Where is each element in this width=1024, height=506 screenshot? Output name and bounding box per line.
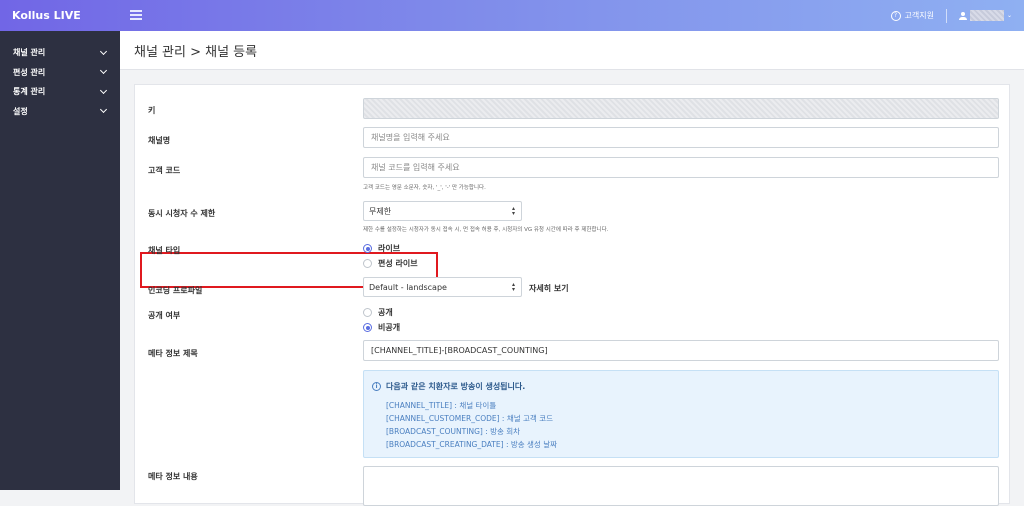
radio-button-checked[interactable]: [363, 244, 372, 253]
sidebar-item-label: 설정: [13, 106, 28, 116]
radio-label: 편성 라이브: [378, 259, 418, 268]
info-title: i 다음과 같은 치환자로 방송이 생성됩니다.: [372, 381, 525, 392]
chevron-down-icon: [99, 86, 108, 94]
customer-code-input[interactable]: 채널 코드를 입력해 주세요: [363, 157, 999, 178]
channel-name-label: 채널명: [148, 136, 171, 145]
radio-button[interactable]: [363, 259, 372, 268]
encoding-profile-value: Default - landscape: [369, 282, 447, 292]
sidebar-item-label: 편성 관리: [13, 67, 46, 77]
chevron-down-icon: ⌄: [1006, 12, 1012, 19]
main-content: 채널 관리 > 채널 등록 키 채널명 채널명을 입력해 주세요 고객 코드 채…: [120, 31, 1024, 506]
info-title-text: 다음과 같은 치환자로 방송이 생성됩니다.: [386, 382, 526, 391]
channel-type-radio-live[interactable]: 라이브: [363, 243, 400, 254]
top-bar: Kollus LIVE ? 고객지원 ⌄: [0, 0, 1024, 31]
radio-label: 라이브: [378, 244, 401, 253]
page-title: 채널 관리 > 채널 등록: [120, 31, 1024, 70]
question-circle-icon: ?: [890, 10, 901, 21]
placeholder-info-box: i 다음과 같은 치환자로 방송이 생성됩니다. [CHANNEL_TITLE]…: [363, 370, 999, 458]
meta-title-label: 메타 정보 제목: [148, 349, 198, 358]
sidebar-item-label: 통계 관리: [13, 87, 46, 97]
brand-logo[interactable]: Kollus LIVE: [0, 9, 120, 22]
customer-code-label: 고객 코드: [148, 166, 181, 175]
hamburger-menu-icon[interactable]: [130, 9, 142, 21]
header-divider: [945, 8, 947, 23]
select-arrows-icon: ▴ ▾: [511, 205, 515, 217]
info-line: [BROADCAST_CREATING_DATE] : 방송 생성 날짜: [386, 440, 558, 449]
sidebar-item-label: 채널 관리: [13, 48, 46, 58]
info-line: [BROADCAST_COUNTING] : 방송 회차: [386, 427, 521, 436]
channel-type-label: 채널 타입: [148, 246, 181, 255]
select-arrows-icon: ▴ ▾: [511, 281, 515, 293]
user-menu[interactable]: ⌄: [958, 10, 1012, 21]
chevron-down-icon: [99, 67, 108, 75]
encoding-profile-select[interactable]: Default - landscape ▴ ▾: [363, 277, 522, 297]
viewer-limit-hint: 제한 수를 설정하는 시청자가 동시 접속 시, 먼 접속 허용 후, 시청자의…: [363, 227, 609, 233]
radio-label: 비공개: [378, 323, 401, 332]
user-name-redacted: [969, 10, 1004, 21]
visibility-label: 공개 여부: [148, 311, 181, 320]
channel-type-radio-scheduled[interactable]: 편성 라이브: [363, 258, 418, 269]
help-link[interactable]: ? 고객지원: [890, 10, 934, 21]
radio-label: 공개: [378, 308, 393, 317]
key-field: [363, 98, 999, 119]
channel-name-input[interactable]: 채널명을 입력해 주세요: [363, 127, 999, 148]
visibility-radio-private[interactable]: 비공개: [363, 322, 400, 333]
chevron-down-icon: [99, 106, 108, 114]
sidebar: 채널 관리 편성 관리 통계 관리 설정: [0, 31, 120, 490]
meta-content-textarea[interactable]: [363, 466, 999, 506]
customer-code-hint: 고객 코드는 영문 소문자, 숫자, '_', '-' 만 가능합니다.: [363, 185, 486, 191]
viewer-limit-value: 무제한: [369, 206, 392, 216]
visibility-radio-public[interactable]: 공개: [363, 307, 393, 318]
channel-form-card: 키 채널명 채널명을 입력해 주세요 고객 코드 채널 코드를 입력해 주세요 …: [134, 84, 1010, 506]
key-label: 키: [148, 106, 156, 115]
viewer-limit-select[interactable]: 무제한 ▴ ▾: [363, 201, 522, 221]
info-line: [CHANNEL_TITLE] : 채널 타이틀: [386, 401, 497, 410]
radio-button[interactable]: [363, 308, 372, 317]
meta-title-input[interactable]: [CHANNEL_TITLE]-[BROADCAST_COUNTING]: [363, 340, 999, 361]
radio-button-checked[interactable]: [363, 323, 372, 332]
sidebar-item-settings[interactable]: 설정: [0, 102, 120, 122]
meta-content-label: 메타 정보 내용: [148, 472, 198, 481]
viewer-limit-label: 동시 시청자 수 제한: [148, 209, 216, 218]
sidebar-item-channel[interactable]: 채널 관리: [0, 43, 120, 63]
sidebar-item-statistics[interactable]: 통계 관리: [0, 82, 120, 102]
detail-link[interactable]: 자세히 보기: [529, 283, 569, 294]
info-circle-icon: i: [372, 382, 381, 391]
top-right-actions: ? 고객지원 ⌄: [890, 0, 1012, 31]
user-icon: [958, 11, 967, 20]
info-line: [CHANNEL_CUSTOMER_CODE] : 채널 고객 코드: [386, 414, 554, 423]
sidebar-item-schedule[interactable]: 편성 관리: [0, 63, 120, 83]
chevron-down-icon: [99, 47, 108, 55]
help-label: 고객지원: [904, 11, 934, 20]
encoding-profile-label: 인코딩 프로파일: [148, 286, 203, 295]
